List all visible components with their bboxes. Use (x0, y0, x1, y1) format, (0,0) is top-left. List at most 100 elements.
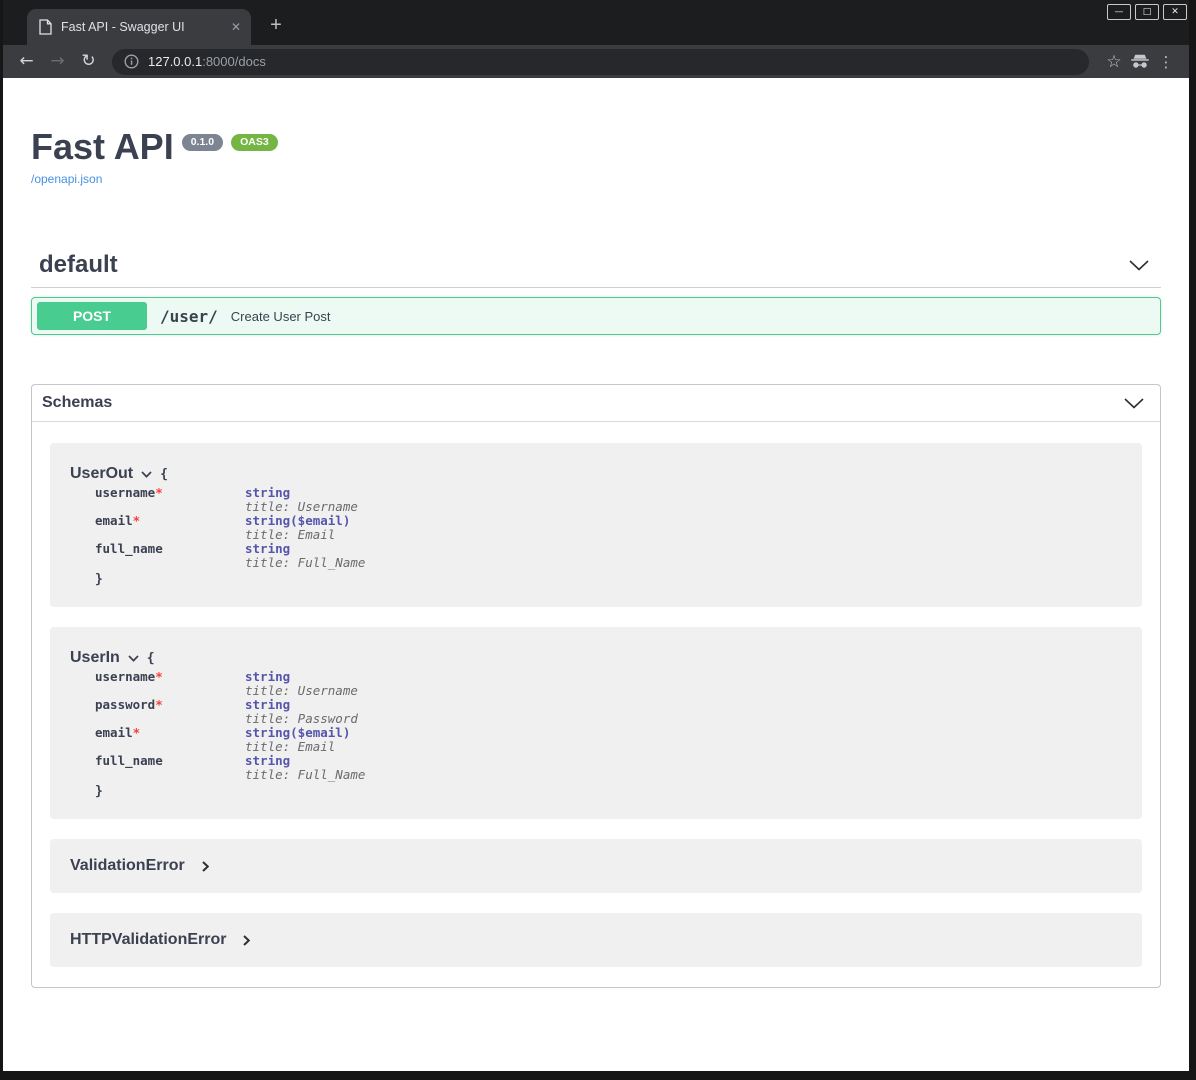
model-validationerror-header[interactable]: ValidationError (70, 857, 1122, 875)
prop-type: string (245, 669, 290, 684)
url-text: 127.0.0.1:8000/docs (148, 54, 266, 69)
model-httpvalidationerror-header[interactable]: HTTPValidationError (70, 931, 1122, 949)
window-maximize-button[interactable]: □ (1135, 4, 1159, 20)
prop-name: username (95, 669, 155, 684)
prop-title: title: Full_Name (245, 556, 365, 570)
prop-type: string (245, 697, 290, 712)
prop-title: title: Email (245, 740, 350, 754)
prop-title: title: Email (245, 528, 350, 542)
oas3-badge: OAS3 (231, 134, 278, 151)
prop-name: password (95, 697, 155, 712)
required-marker: * (155, 697, 163, 712)
browser-window: Fast API - Swagger UI ✕ + — □ ✕ ← → ↻ 12… (3, 0, 1189, 1071)
api-info: Fast API 0.1.0 OAS3 /openapi.json (31, 126, 1161, 188)
chevron-right-icon (243, 935, 250, 946)
model-validationerror: ValidationError (50, 839, 1142, 893)
endpoint-summary: Create User Post (231, 309, 331, 324)
model-name: HTTPValidationError (70, 931, 226, 949)
incognito-avatar-icon[interactable] (1127, 54, 1153, 69)
required-marker: * (133, 513, 141, 528)
tab-close-icon[interactable]: ✕ (227, 18, 245, 36)
browser-menu-icon[interactable]: ⋮ (1153, 53, 1179, 71)
property-row: username* string title: Username (95, 486, 1122, 514)
required-marker: * (133, 725, 141, 740)
schemas-section: Schemas UserOut { username* (31, 384, 1161, 988)
prop-type: string (245, 725, 290, 740)
property-row: username* string title: Username (95, 670, 1122, 698)
browser-tab[interactable]: Fast API - Swagger UI ✕ (27, 9, 251, 45)
window-minimize-button[interactable]: — (1107, 4, 1131, 20)
schemas-collapse-button[interactable] (1120, 396, 1148, 411)
tag-name: default (39, 251, 118, 279)
schemas-body: UserOut { username* string title: Userna… (32, 422, 1160, 987)
open-brace: { (160, 467, 168, 482)
endpoint-post-user[interactable]: POST /user/ Create User Post (31, 297, 1161, 335)
new-tab-button[interactable]: + (263, 13, 289, 39)
schemas-header[interactable]: Schemas (32, 385, 1160, 422)
window-close-button[interactable]: ✕ (1163, 4, 1187, 20)
url-path: :8000/docs (202, 54, 266, 69)
openapi-spec-link[interactable]: /openapi.json (31, 172, 102, 186)
reload-button[interactable]: ↻ (73, 48, 104, 76)
close-brace: } (95, 785, 1122, 799)
url-host: 127.0.0.1 (148, 54, 202, 69)
chevron-down-icon (128, 655, 139, 662)
chevron-down-icon (1124, 398, 1144, 409)
prop-type: string (245, 753, 290, 768)
page-favicon-icon (39, 19, 52, 35)
prop-title: title: Full_Name (245, 768, 365, 782)
prop-type: string (245, 485, 290, 500)
forward-button[interactable]: → (42, 48, 73, 76)
site-info-icon[interactable] (124, 54, 139, 69)
open-brace: { (147, 651, 155, 666)
endpoint-path: /user/ (160, 307, 218, 326)
model-httpvalidationerror: HTTPValidationError (50, 913, 1142, 967)
model-userout-header[interactable]: UserOut { (70, 465, 1122, 483)
bookmark-star-icon[interactable]: ☆ (1101, 52, 1127, 72)
browser-toolbar: ← → ↻ 127.0.0.1:8000/docs ☆ ⋮ (3, 45, 1189, 78)
model-properties: username* string title: Username email* … (95, 486, 1122, 587)
chevron-right-icon (202, 861, 209, 872)
tab-strip: Fast API - Swagger UI ✕ + — □ ✕ (3, 0, 1189, 45)
prop-format: ($email) (290, 513, 350, 528)
property-row: email* string($email) title: Email (95, 514, 1122, 542)
tag-collapse-button[interactable] (1125, 258, 1153, 273)
model-name: UserOut (70, 465, 133, 483)
back-button[interactable]: ← (11, 48, 42, 76)
prop-name: username (95, 485, 155, 500)
prop-name: email (95, 725, 133, 740)
prop-type: string (245, 541, 290, 556)
prop-name: email (95, 513, 133, 528)
api-title-text: Fast API (31, 126, 174, 167)
prop-title: title: Username (245, 500, 358, 514)
chevron-down-icon (141, 471, 152, 478)
model-userout: UserOut { username* string title: Userna… (50, 443, 1142, 607)
required-marker: * (155, 669, 163, 684)
prop-title: title: Username (245, 684, 358, 698)
tab-title: Fast API - Swagger UI (61, 20, 218, 34)
property-row: full_name string title: Full_Name (95, 754, 1122, 782)
method-badge: POST (37, 302, 147, 330)
model-userin-header[interactable]: UserIn { (70, 649, 1122, 667)
property-row: password* string title: Password (95, 698, 1122, 726)
prop-name: full_name (95, 753, 163, 768)
model-name: ValidationError (70, 857, 185, 875)
tag-section-default: default POST /user/ Create User Post (31, 243, 1161, 335)
address-bar[interactable]: 127.0.0.1:8000/docs (112, 49, 1089, 75)
property-row: full_name string title: Full_Name (95, 542, 1122, 570)
chevron-down-icon (1129, 260, 1149, 271)
version-badge: 0.1.0 (182, 134, 223, 151)
schemas-title: Schemas (42, 394, 112, 412)
prop-name: full_name (95, 541, 163, 556)
required-marker: * (155, 485, 163, 500)
api-title: Fast API 0.1.0 OAS3 (31, 126, 1161, 167)
model-name: UserIn (70, 649, 120, 667)
model-properties: username* string title: Username passwor… (95, 670, 1122, 799)
tag-header[interactable]: default (31, 243, 1161, 288)
property-row: email* string($email) title: Email (95, 726, 1122, 754)
window-controls: — □ ✕ (1107, 4, 1187, 20)
model-userin: UserIn { username* string title: Usernam… (50, 627, 1142, 819)
prop-title: title: Password (245, 712, 358, 726)
prop-type: string (245, 513, 290, 528)
prop-format: ($email) (290, 725, 350, 740)
